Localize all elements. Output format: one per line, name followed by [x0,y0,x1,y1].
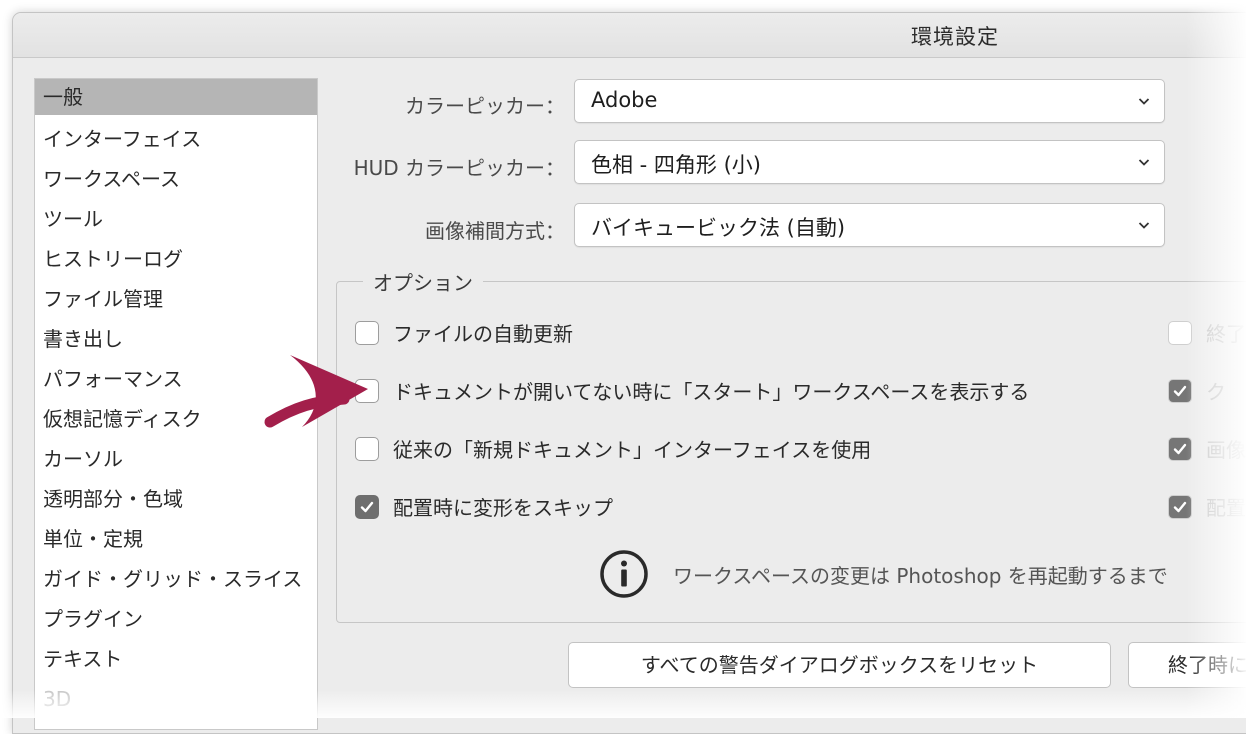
checkbox[interactable] [1168,378,1192,403]
sidebar-item-general[interactable]: 一般 [35,79,317,115]
sidebar-item-guides-grid-slices[interactable]: ガイド・グリッド・スライス [35,559,317,599]
right-option-4[interactable]: 配置 [1168,492,1246,521]
show-start-workspace-option[interactable]: ドキュメントが開いてない時に「スタート」ワークスペースを表示する [355,376,1029,405]
options-legend: オプション [363,267,483,296]
info-icon [600,550,648,598]
interpolation-value: バイキュービック法 (自動) [591,216,846,240]
legacy-new-document-option[interactable]: 従来の「新規ドキュメント」インターフェイスを使用 [355,434,871,463]
sidebar-item-history-log[interactable]: ヒストリーログ [35,239,317,279]
checkbox-label: 配置 [1206,496,1246,520]
preferences-window: 環境設定 一般 インターフェイス ワークスペース ツール ヒストリーログ ファイ… [12,12,1246,734]
checkbox-label: ク [1206,380,1226,404]
info-text: ワークスペースの変更は Photoshop を再起動するまで [673,563,1168,588]
checkbox[interactable] [1168,320,1192,345]
checkbox[interactable] [355,320,379,345]
sidebar-item-transparency-gamut[interactable]: 透明部分・色域 [35,479,317,519]
checkbox[interactable] [1168,436,1192,461]
chevron-down-icon [1138,222,1150,229]
right-option-2[interactable]: ク [1168,376,1226,405]
color-picker-value: Adobe [591,88,658,112]
checkbox[interactable] [355,494,379,519]
sidebar-item-workspace[interactable]: ワークスペース [35,159,317,199]
checkmark-icon [1173,501,1187,512]
annotation-arrow-icon [264,355,368,428]
sidebar-item-file-handling[interactable]: ファイル管理 [35,279,317,319]
color-picker-label: カラーピッカー： [405,94,565,118]
auto-update-files-option[interactable]: ファイルの自動更新 [355,318,573,347]
checkmark-icon [1173,443,1187,454]
checkbox-label: 終了 [1206,322,1246,346]
sidebar-item-3d[interactable]: 3D [35,679,317,719]
checkbox[interactable] [1168,494,1192,519]
sidebar-item-tools[interactable]: ツール [35,199,317,239]
checkbox-label: ドキュメントが開いてない時に「スタート」ワークスペースを表示する [393,380,1030,404]
checkbox-label: 従来の「新規ドキュメント」インターフェイスを使用 [393,438,872,462]
checkbox[interactable] [355,436,379,461]
sidebar-item-plugins[interactable]: プラグイン [35,599,317,639]
sidebar-item-type[interactable]: テキスト [35,639,317,679]
right-option-3[interactable]: 画像 [1168,434,1246,463]
reset-all-warnings-button[interactable]: すべての警告ダイアログボックスをリセット [568,642,1111,688]
workspace-restart-info: ワークスペースの変更は Photoshop を再起動するまで [599,549,1168,599]
chevron-down-icon [1138,159,1150,166]
title-bar: 環境設定 [13,13,1246,58]
color-picker-select[interactable]: Adobe [574,79,1165,123]
checkbox-label: 画像 [1206,438,1246,462]
window-title: 環境設定 [911,25,999,49]
hud-color-picker-select[interactable]: 色相 - 四角形 (小) [574,140,1165,184]
sidebar-item-cursors[interactable]: カーソル [35,439,317,479]
sidebar-item-interface[interactable]: インターフェイス [35,119,317,159]
right-option-1[interactable]: 終了 [1168,318,1246,347]
chevron-down-icon [1138,98,1150,105]
checkmark-icon [360,501,374,512]
hud-color-picker-label: HUD カラーピッカー： [353,156,565,180]
sidebar-item-units-rulers[interactable]: 単位・定規 [35,519,317,559]
hud-color-picker-value: 色相 - 四角形 (小) [591,153,761,177]
checkbox-label: ファイルの自動更新 [393,322,573,346]
interpolation-select[interactable]: バイキュービック法 (自動) [574,203,1165,247]
skip-transform-on-place-option[interactable]: 配置時に変形をスキップ [355,492,613,521]
checkbox-label: 配置時に変形をスキップ [393,496,613,520]
interpolation-label: 画像補間方式： [425,219,565,243]
reset-on-quit-button[interactable]: 終了時に [1128,642,1246,688]
checkmark-icon [1173,385,1187,396]
